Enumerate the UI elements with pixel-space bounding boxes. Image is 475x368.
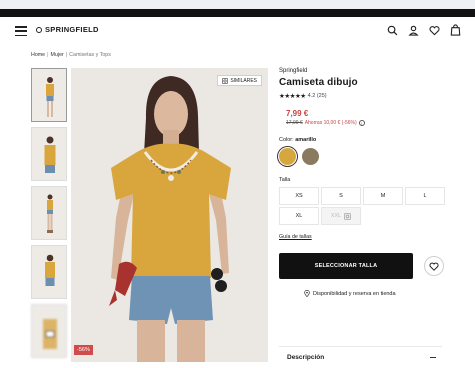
savings-text: Ahorras 10,00 € (-56%) bbox=[304, 120, 357, 126]
size-l[interactable]: L bbox=[405, 187, 445, 205]
color-swatches bbox=[279, 148, 444, 165]
heart-icon[interactable] bbox=[428, 24, 440, 36]
user-icon[interactable] bbox=[407, 24, 419, 36]
info-icon[interactable]: i bbox=[358, 120, 365, 126]
header-icons bbox=[386, 24, 461, 36]
current-price: 7,99 € bbox=[286, 109, 309, 118]
size-m[interactable]: M bbox=[363, 187, 403, 205]
model-illustration bbox=[71, 68, 268, 362]
thumbnail-2[interactable] bbox=[31, 127, 67, 181]
heart-outline-icon bbox=[429, 262, 439, 271]
logo[interactable]: SPRINGFIELD bbox=[36, 25, 99, 34]
main-product-image[interactable]: SIMILARES -56% bbox=[71, 68, 268, 362]
size-xxl-label: XXL bbox=[330, 213, 342, 219]
discount-badge: -56% bbox=[74, 345, 93, 355]
product-brand: Springfield bbox=[279, 68, 308, 74]
breadcrumb: Home | Mujer | Camisetas y Tops bbox=[31, 52, 111, 58]
thumbnail-model-image bbox=[43, 319, 57, 349]
price-details: 17,99 € Ahorras 10,00 € (-56%) i bbox=[286, 120, 444, 126]
size-s[interactable]: S bbox=[321, 187, 361, 205]
description-accordion[interactable]: Descripción bbox=[279, 346, 442, 368]
notify-icon bbox=[344, 212, 351, 220]
size-grid: XS S M L XL XXL bbox=[279, 187, 445, 225]
logo-mark-icon bbox=[36, 26, 42, 33]
selected-color: amarillo bbox=[295, 137, 317, 143]
thumbnail-model-image bbox=[46, 77, 54, 117]
menu-icon[interactable] bbox=[15, 26, 27, 36]
swatch-marron[interactable] bbox=[302, 148, 319, 165]
logo-text: SPRINGFIELD bbox=[45, 25, 99, 34]
thumbnail-model-image bbox=[45, 254, 55, 286]
original-price: 17,99 € bbox=[286, 120, 303, 126]
bag-icon[interactable] bbox=[449, 24, 461, 36]
thumbnail-4[interactable] bbox=[31, 245, 67, 299]
breadcrumb-home[interactable]: Home bbox=[31, 52, 45, 58]
rating[interactable]: ★★★★★ 4.2 (25) bbox=[279, 92, 444, 100]
thumbnail-list bbox=[31, 68, 67, 363]
size-xl[interactable]: XL bbox=[279, 207, 319, 225]
thumbnail-3[interactable] bbox=[31, 186, 67, 240]
size-xxl[interactable]: XXL bbox=[321, 207, 361, 225]
size-xs[interactable]: XS bbox=[279, 187, 319, 205]
store-availability-link[interactable]: Disponibilidad y reserva en tienda bbox=[304, 290, 444, 297]
location-pin-icon bbox=[304, 290, 310, 297]
thumbnail-model-image bbox=[44, 136, 56, 173]
product-title: Camiseta dibujo bbox=[279, 77, 358, 88]
availability-text: Disponibilidad y reserva en tienda bbox=[313, 290, 396, 297]
top-announcement-bar bbox=[0, 9, 475, 17]
size-guide-link[interactable]: Guía de tallas bbox=[279, 234, 312, 240]
product-info: Springfield Camiseta dibujo ★★★★★ 4.2 (2… bbox=[279, 68, 445, 297]
rating-stars-icon: ★★★★★ bbox=[279, 93, 306, 100]
rating-value: 4.2 (25) bbox=[307, 93, 327, 99]
breadcrumb-current[interactable]: Camisetas y Tops bbox=[69, 52, 111, 58]
breadcrumb-mujer[interactable]: Mujer bbox=[51, 52, 64, 58]
breadcrumb-separator: | bbox=[65, 52, 68, 58]
thumbnail-5[interactable] bbox=[31, 304, 67, 358]
similar-icon bbox=[222, 77, 229, 84]
swatch-amarillo[interactable] bbox=[279, 148, 296, 165]
thumbnail-model-image bbox=[47, 194, 53, 233]
color-label: Color: amarillo bbox=[279, 137, 317, 143]
similar-label: SIMILARES bbox=[230, 77, 257, 84]
collapse-icon bbox=[430, 356, 436, 359]
search-icon[interactable] bbox=[386, 24, 398, 36]
similar-button[interactable]: SIMILARES bbox=[217, 75, 262, 86]
size-label: Talla bbox=[279, 177, 291, 183]
breadcrumb-separator: | bbox=[47, 52, 49, 58]
thumbnail-1[interactable] bbox=[31, 68, 67, 122]
description-title: Descripción bbox=[287, 354, 325, 361]
select-size-button[interactable]: SELECCIONAR TALLA bbox=[279, 253, 413, 279]
site-header: SPRINGFIELD bbox=[0, 17, 475, 45]
cta-row: SELECCIONAR TALLA bbox=[279, 253, 444, 279]
browser-strip bbox=[0, 0, 475, 9]
wishlist-button[interactable] bbox=[424, 256, 444, 276]
